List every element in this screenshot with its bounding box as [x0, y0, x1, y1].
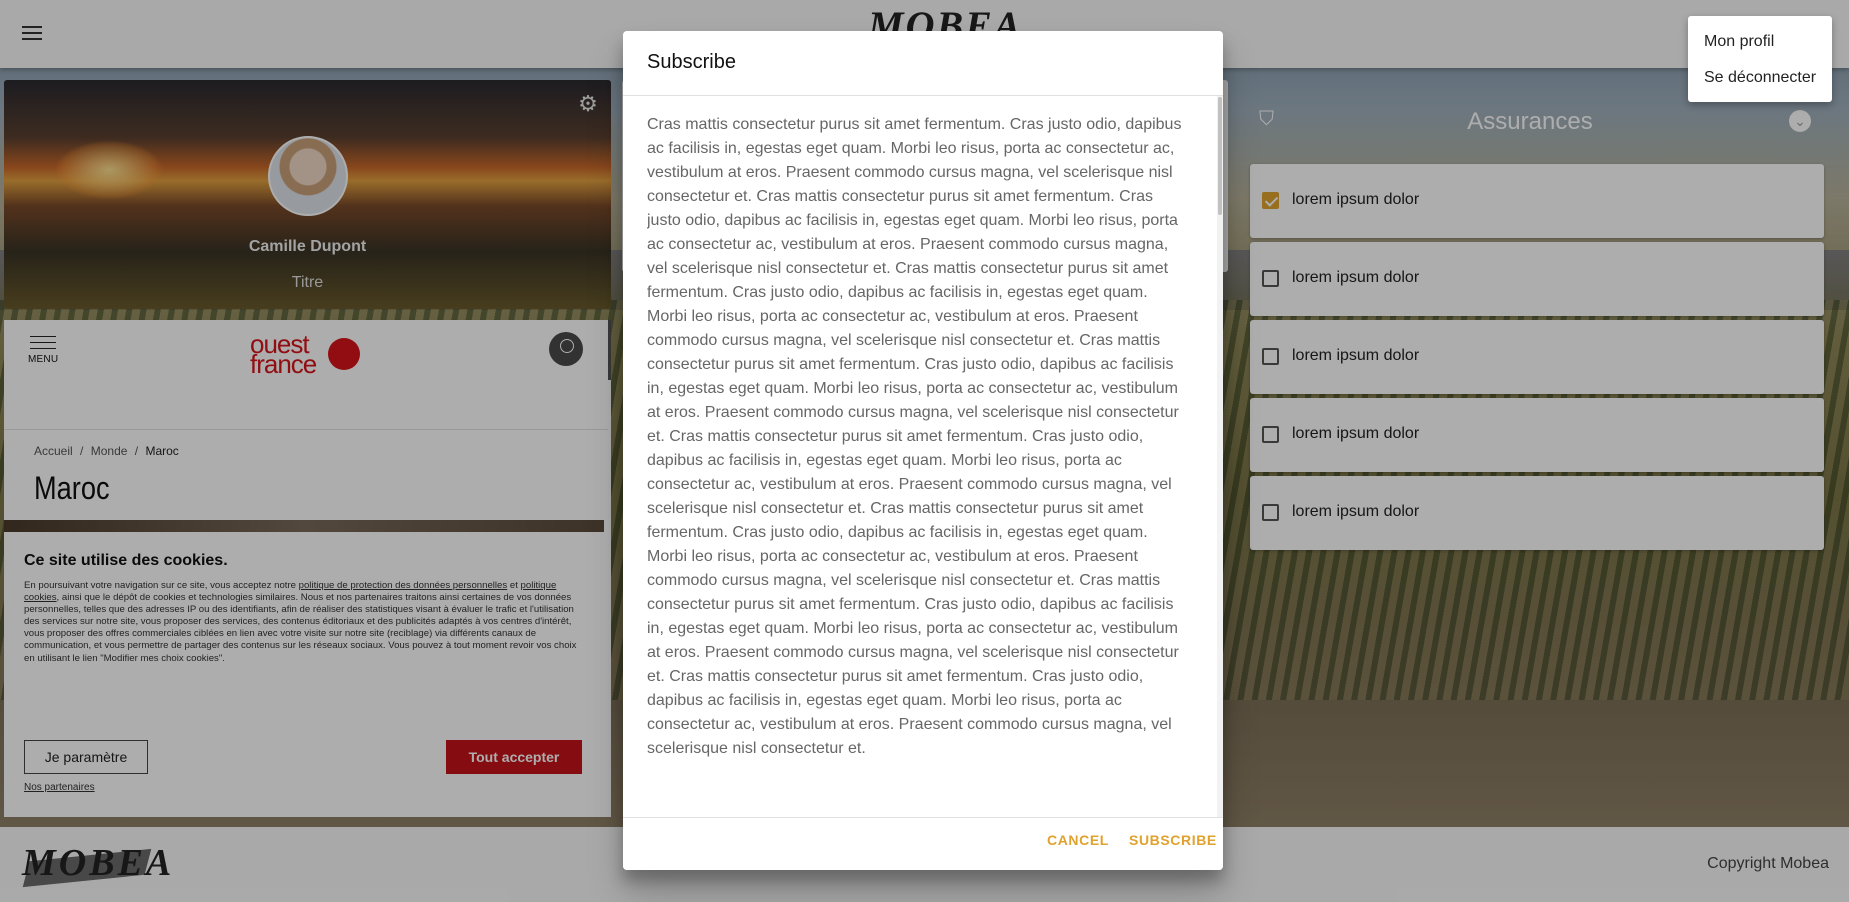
menu-item-profile[interactable]: Mon profil: [1688, 24, 1832, 60]
subscribe-dialog: Subscribe Cras mattis consectetur purus …: [623, 31, 1223, 870]
divider: [623, 95, 1223, 96]
dialog-content: Cras mattis consectetur purus sit amet f…: [647, 113, 1191, 847]
subscribe-button[interactable]: SUBSCRIBE: [1129, 832, 1217, 848]
user-menu: Mon profil Se déconnecter: [1688, 16, 1832, 102]
dialog-actions: CANCEL SUBSCRIBE: [623, 818, 1223, 870]
dialog-title: Subscribe: [647, 51, 736, 73]
menu-item-logout[interactable]: Se déconnecter: [1688, 60, 1832, 96]
dialog-scrollbar-thumb[interactable]: [1218, 97, 1222, 215]
dialog-body-text: Cras mattis consectetur purus sit amet f…: [647, 116, 1182, 757]
cancel-button[interactable]: CANCEL: [1047, 832, 1109, 848]
